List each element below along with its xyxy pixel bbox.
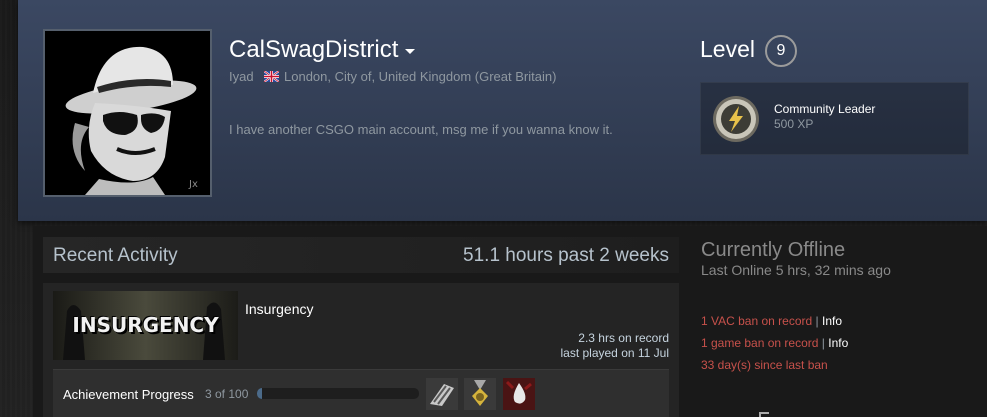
real-name: Iyad — [229, 69, 254, 84]
game-capsule[interactable]: INSURGENCY — [53, 291, 238, 360]
achievement-progress-fill — [257, 388, 262, 399]
vac-ban-text: 1 VAC ban on record — [701, 314, 813, 328]
badge-xp: 500 XP — [774, 117, 814, 131]
game-ban-text: 1 game ban on record — [701, 336, 819, 350]
svg-text:Jx: Jx — [188, 179, 198, 190]
profile-summary: I have another CSGO main account, msg me… — [229, 122, 613, 137]
badge-name: Community Leader — [774, 102, 876, 116]
level-badge[interactable]: 9 — [765, 35, 797, 67]
uk-flag-icon — [264, 71, 279, 82]
recent-activity-hours: 51.1 hours past 2 weeks — [463, 245, 669, 266]
achievement-count: 3 of 100 — [205, 387, 249, 401]
game-ban-row: 1 game ban on record | Info — [701, 336, 848, 350]
recent-activity-title: Recent Activity — [53, 245, 178, 266]
ban-separator: | — [821, 336, 825, 350]
game-hours-on-record: 2.3 hrs on record — [578, 331, 669, 345]
persona-name: CalSwagDistrict — [229, 36, 399, 63]
avatar[interactable]: Jx — [43, 29, 212, 197]
achievement-progress-label[interactable]: Achievement Progress — [63, 387, 194, 402]
medal-achievement-icon[interactable] — [464, 378, 496, 410]
location: London, City of, United Kingdom (Great B… — [284, 69, 557, 84]
ban-separator: | — [815, 314, 819, 328]
game-name[interactable]: Insurgency — [245, 301, 313, 318]
days-since-ban: 33 day(s) since last ban — [701, 358, 828, 372]
online-status: Currently Offline — [701, 239, 846, 261]
blood-drop-achievement-icon[interactable] — [503, 378, 535, 410]
game-capsule-title: INSURGENCY — [72, 313, 219, 337]
vac-ban-info-link[interactable]: Info — [822, 314, 842, 328]
achievement-progress-track — [257, 388, 419, 399]
section-corner-decoration — [759, 412, 769, 417]
last-online: Last Online 5 hrs, 32 mins ago — [701, 262, 891, 278]
lightning-badge-icon — [713, 96, 759, 142]
avatar-image: Jx — [45, 31, 210, 195]
ammo-achievement-icon[interactable] — [426, 378, 458, 410]
vac-ban-row: 1 VAC ban on record | Info — [701, 314, 842, 328]
game-ban-info-link[interactable]: Info — [828, 336, 848, 350]
name-dropdown-icon[interactable] — [405, 49, 415, 54]
game-last-played: last played on 11 Jul — [560, 346, 669, 360]
level-label: Level — [700, 36, 755, 62]
